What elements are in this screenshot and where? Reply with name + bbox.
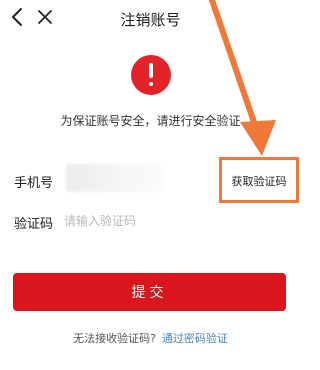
phone-number-blurred	[66, 164, 162, 192]
verification-code-input[interactable]	[64, 210, 204, 232]
submit-button[interactable]: 提交	[13, 273, 286, 311]
get-code-highlight[interactable]: 获取验证码	[219, 157, 299, 203]
cannot-receive-text: 无法接收验证码?	[73, 332, 156, 345]
footer-help: 无法接收验证码? 通过密码验证	[0, 330, 301, 346]
get-code-button[interactable]: 获取验证码	[222, 173, 296, 189]
phone-label: 手机号	[14, 176, 54, 191]
exclamation-circle-icon	[131, 55, 171, 95]
page-title: 注销账号	[120, 11, 181, 29]
code-label: 验证码	[14, 217, 54, 232]
security-notice: 为保证账号安全，请进行安全验证	[60, 114, 241, 128]
password-verify-link[interactable]: 通过密码验证	[162, 332, 228, 345]
